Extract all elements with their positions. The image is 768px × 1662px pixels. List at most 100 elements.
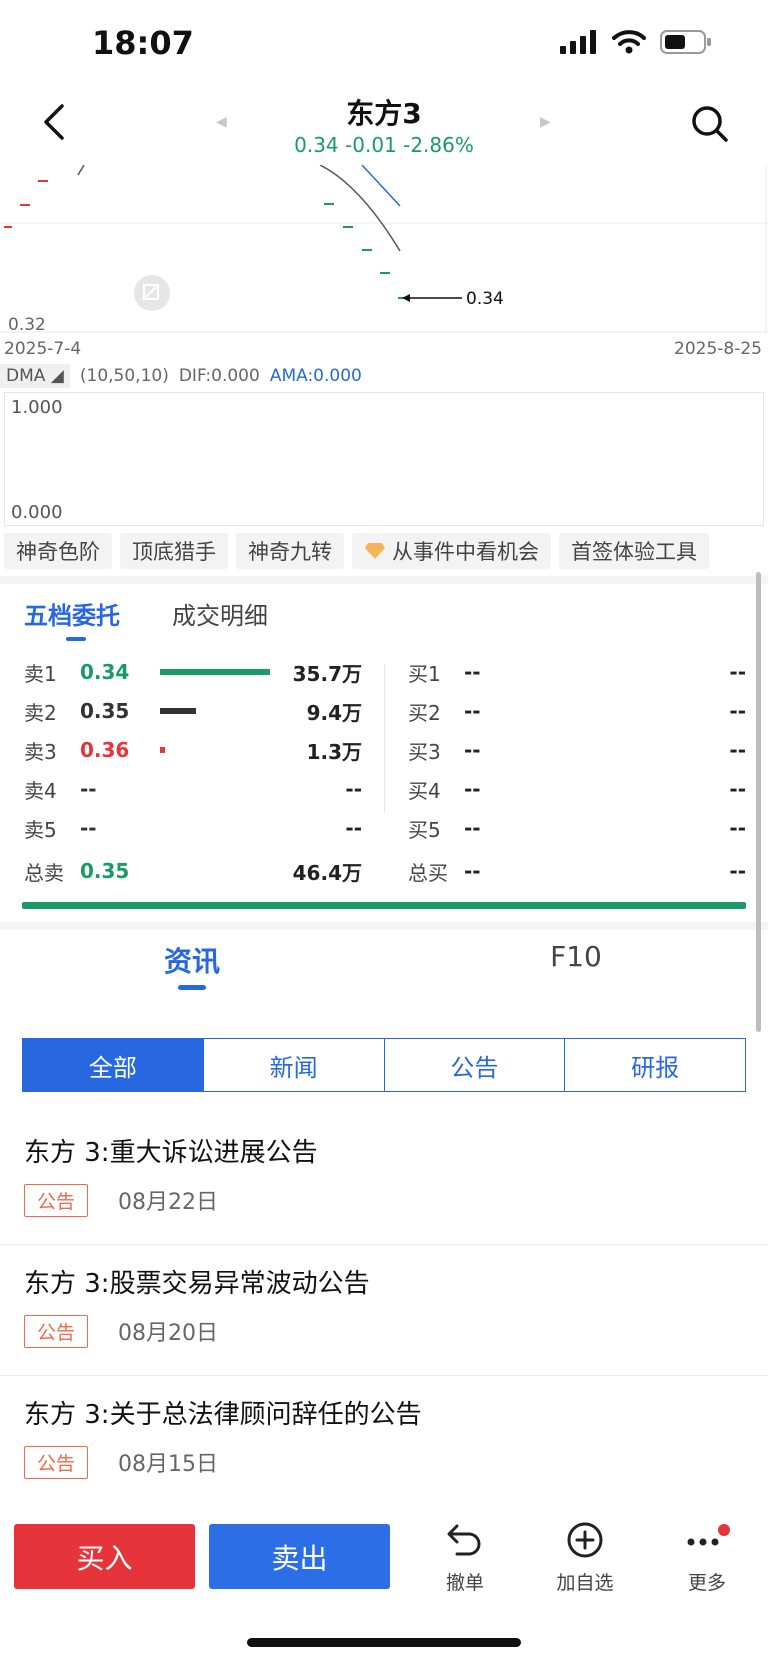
battery-icon (660, 30, 711, 54)
news-tab-indicator (178, 985, 206, 990)
chart-x-start: 2025-7-4 (4, 339, 82, 359)
sell-level-row[interactable]: 卖1 0.34 35.7万 (24, 653, 362, 691)
level-volume: -- (345, 777, 362, 801)
level-volume: 9.4万 (306, 700, 362, 725)
level-label: 卖2 (24, 700, 57, 725)
tab-news[interactable]: 资讯 (0, 940, 384, 980)
level-label: 买1 (408, 661, 441, 686)
kline-chart[interactable] (0, 165, 768, 335)
level-label: 卖3 (24, 739, 57, 764)
news-date: 08月22日 (118, 1190, 218, 1215)
diamond-icon (365, 543, 385, 559)
sell-level-row[interactable]: 卖5 -- -- (24, 809, 362, 847)
chip-events[interactable]: 从事件中看机会 (352, 533, 551, 569)
notification-dot (718, 1524, 730, 1536)
tab-trade-details[interactable]: 成交明细 (172, 596, 268, 631)
dma-ama: AMA:0.000 (269, 366, 362, 386)
buy-level-row[interactable]: 买1 -- -- (408, 653, 746, 691)
dma-indicator-row: DMA ◢ (10,50,10) DIF:0.000 AMA:0.000 (0, 364, 362, 388)
filter-news[interactable]: 新闻 (204, 1039, 385, 1091)
news-tag: 公告 (24, 1315, 89, 1348)
chip-color-scale[interactable]: 神奇色阶 (4, 533, 112, 569)
level-volume: -- (345, 816, 362, 840)
total-buy-row: 总买 -- -- (408, 859, 746, 885)
tool-chips: 神奇色阶 顶底猎手 神奇九转 从事件中看机会 首签体验工具 (4, 533, 709, 569)
chart-y-min: 0.32 (8, 315, 46, 335)
level-volume: -- (729, 738, 746, 762)
add-watchlist-button[interactable]: 加自选 (540, 1520, 630, 1595)
level-label: 卖5 (24, 817, 57, 842)
orderbook-tabs: 五档委托 成交明细 (24, 596, 268, 631)
news-title: 东方 3:股票交易异常波动公告 (24, 1269, 370, 1299)
news-tag: 公告 (24, 1184, 89, 1217)
level-price: -- (464, 699, 481, 723)
dma-params: (10,50,10) (79, 366, 169, 386)
level-label: 买4 (408, 778, 441, 803)
buy-sell-ratio-bar (22, 902, 746, 909)
cancel-order-button[interactable]: 撤单 (420, 1520, 510, 1595)
level-price: 0.35 (80, 699, 130, 723)
filter-announcement[interactable]: 公告 (385, 1039, 566, 1091)
level-volume: -- (729, 777, 746, 801)
level-price: -- (464, 738, 481, 762)
buy-level-row[interactable]: 买4 -- -- (408, 770, 746, 808)
orderbook-divider (384, 664, 385, 812)
level-label: 卖1 (24, 661, 57, 686)
stock-quote: 0.34 -0.01 -2.86% (294, 133, 474, 157)
level-price: -- (80, 816, 97, 840)
tab-five-levels[interactable]: 五档委托 (24, 596, 120, 631)
level-price: -- (80, 777, 97, 801)
level-volume: -- (729, 816, 746, 840)
news-filter: 全部 新闻 公告 研报 (22, 1038, 746, 1092)
buy-level-row[interactable]: 买5 -- -- (408, 809, 746, 847)
level-volume: 1.3万 (306, 739, 362, 764)
scrollbar[interactable] (756, 572, 761, 1032)
filter-all[interactable]: 全部 (23, 1039, 204, 1091)
level-price: 0.36 (80, 738, 130, 762)
sell-level-row[interactable]: 卖4 -- -- (24, 770, 362, 808)
dma-chart[interactable]: 1.000 0.000 (4, 392, 764, 526)
dma-dif: DIF:0.000 (178, 366, 260, 386)
volume-bar (160, 669, 270, 675)
undo-icon (447, 1524, 481, 1556)
stock-title: 东方3 (346, 97, 422, 130)
signal-icon (560, 30, 596, 54)
section-divider (0, 922, 768, 930)
filter-research[interactable]: 研报 (565, 1039, 745, 1091)
home-indicator (247, 1638, 521, 1647)
volume-bar (160, 708, 197, 714)
chip-trial-tool[interactable]: 首签体验工具 (559, 533, 709, 569)
sell-level-row[interactable]: 卖2 0.35 9.4万 (24, 692, 362, 730)
buy-level-row[interactable]: 买2 -- -- (408, 692, 746, 730)
buy-button[interactable]: 买入 (14, 1524, 195, 1589)
sell-button[interactable]: 卖出 (209, 1524, 390, 1589)
dma-y-bottom: 0.000 (11, 502, 63, 523)
level-label: 买3 (408, 739, 441, 764)
news-title: 东方 3:重大诉讼进展公告 (24, 1138, 318, 1168)
wifi-icon (612, 30, 646, 54)
news-date: 08月15日 (118, 1452, 218, 1477)
news-tag: 公告 (24, 1446, 89, 1479)
level-price: 0.34 (80, 660, 130, 684)
total-sell-row: 总卖 0.35 46.4万 (24, 859, 362, 885)
more-button[interactable]: 更多 (662, 1520, 752, 1595)
next-stock-icon[interactable]: ▶ (540, 114, 551, 130)
dma-y-top: 1.000 (11, 397, 63, 418)
level-volume: -- (729, 699, 746, 723)
buy-level-row[interactable]: 买3 -- -- (408, 731, 746, 769)
search-icon[interactable] (690, 104, 730, 144)
level-label: 买5 (408, 817, 441, 842)
level-price: -- (464, 816, 481, 840)
chip-nine-turn[interactable]: 神奇九转 (236, 533, 344, 569)
dma-selector[interactable]: DMA ◢ (0, 364, 70, 388)
chart-x-end: 2025-8-25 (674, 339, 762, 359)
news-item[interactable]: 东方 3:股票交易异常波动公告 公告 08月20日 (0, 1245, 768, 1376)
chip-top-bottom[interactable]: 顶底猎手 (120, 533, 228, 569)
sell-level-row[interactable]: 卖3 0.36 1.3万 (24, 731, 362, 769)
news-item[interactable]: 东方 3:关于总法律顾问辞任的公告 公告 08月15日 (0, 1376, 768, 1507)
news-item[interactable]: 东方 3:重大诉讼进展公告 公告 08月22日 (0, 1114, 768, 1245)
level-price: -- (464, 777, 481, 801)
status-time: 18:07 (92, 24, 194, 62)
level-label: 卖4 (24, 778, 57, 803)
tab-f10[interactable]: F10 (384, 940, 768, 980)
